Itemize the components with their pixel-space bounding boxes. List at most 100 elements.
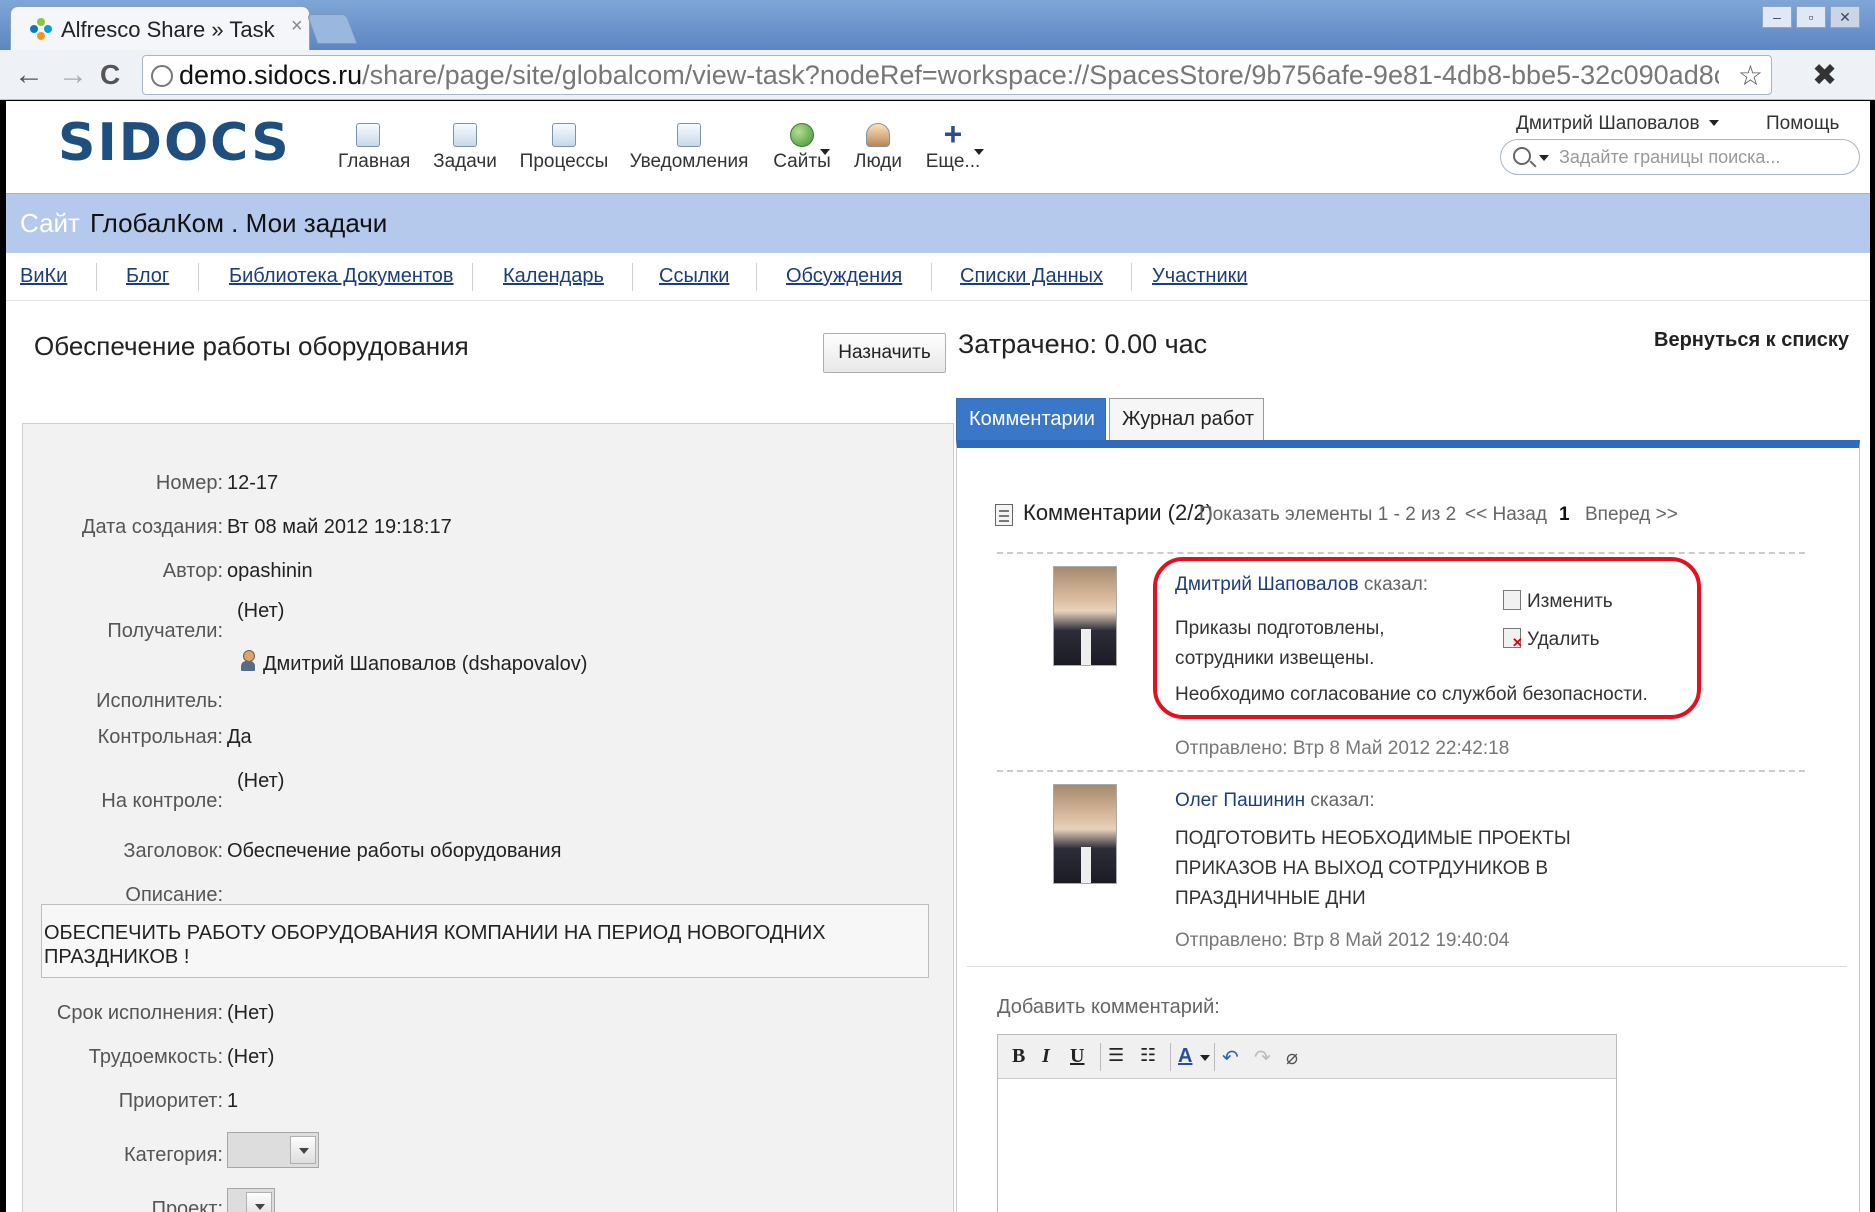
created-label: Дата создания: (81, 516, 223, 538)
comment-editor[interactable]: B I U ☰ ☷ A ↶ ↷ ⌀ (997, 1034, 1617, 1212)
bookmark-star-icon[interactable]: ☆ (1738, 59, 1763, 92)
alfresco-favicon-icon (30, 18, 52, 40)
back-to-list-link[interactable]: Вернуться к списку (1654, 329, 1849, 352)
effort-label: Трудоемкость: (88, 1046, 223, 1068)
project-select[interactable] (227, 1188, 275, 1212)
effort-value: (Нет) (227, 1046, 275, 1068)
chevron-down-icon[interactable] (1539, 155, 1549, 161)
sidocs-logo[interactable]: SIDOCS (58, 113, 291, 173)
heading-label: Заголовок: (123, 840, 223, 862)
tasks-icon (453, 123, 477, 147)
nav-sites[interactable]: Сайты (770, 123, 834, 173)
assign-button[interactable]: Назначить (823, 333, 946, 373)
site-link-calendar[interactable]: Календарь (503, 265, 604, 288)
divider (1100, 1043, 1101, 1071)
divider (1170, 1043, 1171, 1071)
underline-button[interactable]: U (1070, 1045, 1084, 1068)
bullet-list-icon[interactable]: ☰ (1108, 1045, 1124, 1066)
page-title: ГлобалКом . Мои задачи (90, 208, 388, 238)
pagination-prev[interactable]: << Назад (1465, 504, 1547, 526)
divider (198, 263, 199, 291)
search-box (1500, 139, 1860, 175)
site-link-wiki[interactable]: ВиКи (20, 265, 67, 288)
browser-tab[interactable]: Alfresco Share » Task D × (10, 6, 310, 50)
tab-close-icon[interactable]: × (291, 15, 303, 38)
site-link-data-lists[interactable]: Списки Данных (960, 265, 1103, 288)
executor-label: Исполнитель: (96, 690, 223, 712)
recipients-label: Получатели: (107, 620, 223, 642)
site-link-links[interactable]: Ссылки (659, 265, 729, 288)
chevron-down-icon[interactable] (1200, 1055, 1210, 1061)
task-details-panel: Номер: 12-17 Дата создания: Вт 08 май 20… (22, 423, 954, 1212)
italic-button[interactable]: I (1042, 1045, 1050, 1068)
nav-processes[interactable]: Процессы (518, 123, 610, 173)
search-input[interactable] (1559, 145, 1849, 169)
notifications-icon (677, 123, 701, 147)
pagination-next[interactable]: Вперед >> (1585, 504, 1678, 526)
window-close-button[interactable]: ✕ (1830, 6, 1860, 28)
chevron-down-icon[interactable] (290, 1136, 316, 1164)
category-select[interactable] (227, 1132, 319, 1168)
tab-comments[interactable]: Комментарии (956, 398, 1106, 440)
site-link-document-library[interactable]: Библиотека Документов (229, 265, 454, 288)
new-tab-button[interactable] (306, 14, 358, 44)
window-minimize-button[interactable]: – (1762, 6, 1792, 28)
nav-label: Уведомления (629, 151, 749, 172)
nav-home[interactable]: Главная (338, 123, 410, 173)
window-maximize-button[interactable]: ▫ (1796, 6, 1826, 28)
add-comment-label: Добавить комментарий: (997, 996, 1220, 1018)
task-title: Обеспечение работы оборудования (34, 331, 469, 361)
font-color-button[interactable]: A (1178, 1045, 1192, 1068)
divider (1214, 1043, 1215, 1071)
divider (931, 263, 932, 291)
reload-icon[interactable]: C (100, 58, 120, 92)
divider (756, 263, 757, 291)
divider (1131, 263, 1132, 291)
address-bar[interactable]: demo.sidocs.ru/share/page/site/globalcom… (142, 55, 1772, 95)
tab-worklog[interactable]: Журнал работ (1109, 398, 1264, 440)
bold-button[interactable]: B (1012, 1045, 1025, 1068)
heading-value: Обеспечение работы оборудования (227, 840, 562, 862)
site-link-members[interactable]: Участники (1152, 265, 1248, 288)
time-spent: Затрачено: 0.00 час (958, 329, 1208, 359)
back-arrow-icon[interactable]: ← (14, 58, 44, 92)
people-icon (866, 123, 890, 147)
comment-said: сказал: (1310, 790, 1375, 811)
clear-format-icon[interactable]: ⌀ (1286, 1045, 1298, 1069)
user-menu[interactable]: Дмитрий Шаповалов (1516, 113, 1719, 135)
comment-author-link[interactable]: Олег Пашинин (1175, 790, 1305, 811)
forward-arrow-icon[interactable]: → (58, 58, 88, 92)
nav-more[interactable]: + Еще... (922, 118, 984, 173)
chevron-down-icon[interactable] (246, 1192, 272, 1212)
site-link-blog[interactable]: Блог (126, 265, 169, 288)
nav-notifications[interactable]: Уведомления (628, 123, 750, 173)
nav-label: Еще... (925, 151, 981, 172)
nav-tasks[interactable]: Задачи (430, 123, 500, 173)
user-icon (241, 650, 255, 672)
redo-icon[interactable]: ↷ (1254, 1045, 1271, 1069)
nav-label: Задачи (433, 151, 497, 172)
author-label: Автор: (162, 560, 223, 582)
executor-value: Дмитрий Шаповалов (dshapovalov) (241, 650, 587, 676)
divider (967, 966, 1847, 967)
sites-globe-icon (790, 123, 814, 147)
control-value: Да (227, 726, 252, 748)
comment-divider (997, 770, 1805, 772)
highlight-annotation (1153, 557, 1701, 719)
avatar (1053, 566, 1117, 666)
numbered-list-icon[interactable]: ☷ (1140, 1045, 1156, 1066)
created-value: Вт 08 май 2012 19:18:17 (227, 516, 452, 538)
undo-icon[interactable]: ↶ (1222, 1045, 1239, 1069)
nav-people[interactable]: Люди (848, 123, 908, 173)
url-text[interactable]: demo.sidocs.ru/share/page/site/globalcom… (179, 60, 1719, 91)
site-link-discussions[interactable]: Обсуждения (786, 265, 902, 288)
deadline-label: Срок исполнения: (56, 1002, 223, 1024)
executor-name[interactable]: Дмитрий Шаповалов (dshapovalov) (263, 653, 587, 675)
browser-menu-icon[interactable]: ✖ (1812, 58, 1837, 93)
search-icon[interactable] (1513, 147, 1531, 165)
on-control-label: На контроле: (101, 790, 223, 812)
help-link[interactable]: Помощь (1766, 113, 1839, 135)
app-header: SIDOCS Главная Задачи Процессы Уведомлен… (6, 101, 1870, 193)
page-info-icon[interactable] (151, 65, 173, 87)
priority-value: 1 (227, 1090, 239, 1112)
